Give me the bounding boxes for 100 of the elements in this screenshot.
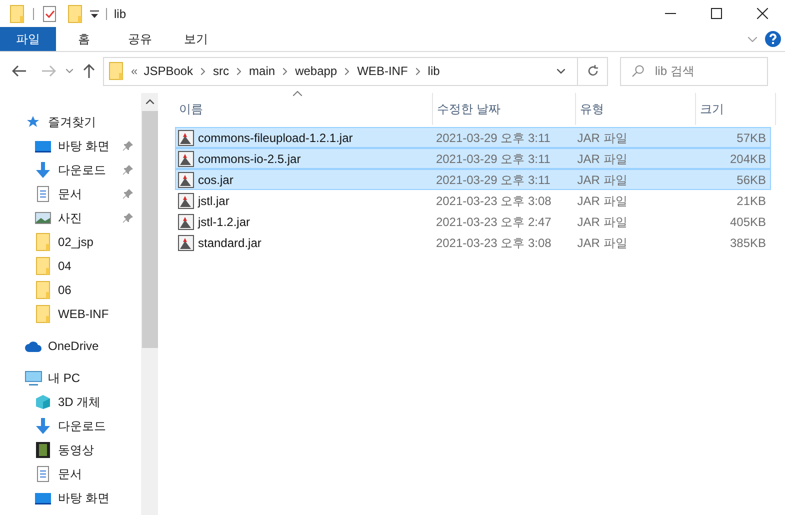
breadcrumb-item[interactable]: JSPBook: [144, 62, 194, 80]
refresh-icon: [586, 65, 598, 77]
jar-file-icon: [178, 172, 194, 188]
folder-icon: [10, 4, 24, 22]
file-size: 385KB: [728, 234, 767, 252]
chevron-right-icon: [201, 68, 206, 74]
chevron-down-icon[interactable]: [557, 68, 565, 74]
file-row[interactable]: jstl.jar 2021-03-23 오후 3:08 JAR 파일 21KB: [175, 190, 771, 211]
computer-icon: [24, 370, 42, 386]
column-header[interactable]: 이름: [175, 93, 433, 125]
star-icon: [26, 115, 40, 129]
file-size: 204KB: [728, 150, 767, 168]
file-row[interactable]: commons-io-2.5.jar 2021-03-29 오후 3:11 JAR 파일 204KB: [175, 148, 771, 169]
ribbon-tab[interactable]: 파일: [0, 27, 56, 51]
file-type: JAR 파일: [576, 172, 628, 188]
new-folder-icon: [68, 4, 82, 22]
jar-file-icon: [178, 150, 194, 166]
file-name: standard.jar: [198, 234, 262, 252]
ribbon-tab[interactable]: 홈: [56, 27, 112, 51]
jar-file-icon: [178, 130, 194, 146]
chevron-up-icon[interactable]: [146, 99, 154, 104]
breadcrumb-item[interactable]: src: [213, 62, 230, 80]
monitor-icon: [35, 140, 51, 152]
file-type: JAR 파일: [576, 150, 628, 168]
file-type: JAR 파일: [576, 214, 628, 230]
folder-icon: [109, 62, 123, 80]
folder-icon: [36, 305, 50, 323]
file-name: commons-io-2.5.jar: [198, 150, 301, 168]
file-name: jstl.jar: [198, 192, 230, 210]
jar-file-icon: [178, 192, 194, 208]
folder-icon: [36, 281, 50, 299]
modified-date: 2021-03-23 오후 3:08: [434, 192, 552, 210]
overflow-chevron[interactable]: «: [131, 62, 138, 80]
file-size: 21KB: [736, 192, 767, 210]
nav-item[interactable]: 문서: [0, 182, 141, 206]
nav-item[interactable]: WEB-INF: [0, 302, 141, 326]
up-arrow-icon[interactable]: [83, 64, 95, 78]
column-header[interactable]: 크기: [696, 93, 776, 125]
scrollbar[interactable]: [141, 93, 158, 515]
breadcrumb-item[interactable]: WEB-INF: [357, 62, 408, 80]
file-row[interactable]: standard.jar 2021-03-23 오후 3:08 JAR 파일 385KB: [175, 232, 771, 253]
nav-item[interactable]: 바탕 화면: [0, 486, 141, 510]
breadcrumb-item[interactable]: lib: [428, 62, 440, 80]
nav-item[interactable]: 06: [0, 278, 141, 302]
chevron-right-icon: [237, 68, 242, 74]
nav-item[interactable]: 다운로드: [0, 158, 141, 182]
landscape-icon: [35, 212, 51, 224]
scrollbar-thumb[interactable]: [142, 111, 158, 348]
file-size: 405KB: [728, 214, 767, 230]
breadcrumb-item[interactable]: webapp: [295, 62, 338, 80]
checklist-icon[interactable]: [43, 6, 56, 22]
file-row[interactable]: commons-fileupload-1.2.1.jar 2021-03-29 오후 3:11 JAR 파일 57KB: [175, 127, 771, 148]
help-icon[interactable]: [765, 31, 781, 47]
file-name: cos.jar: [198, 172, 234, 188]
film-icon: [36, 442, 50, 458]
search-field[interactable]: lib 검색: [620, 56, 768, 86]
jar-file-icon: [178, 234, 194, 250]
chevron-right-icon: [416, 68, 420, 74]
address-bar[interactable]: « JSPBook src main webapp WEB-INF lib: [103, 56, 608, 86]
file-row[interactable]: jstl-1.2.jar 2021-03-23 오후 2:47 JAR 파일 405KB: [175, 211, 771, 232]
column-header[interactable]: 수정한 날짜: [433, 93, 576, 125]
nav-item[interactable]: 02_jsp: [0, 230, 141, 254]
sort-ascending-icon: [293, 91, 302, 96]
nav-item[interactable]: OneDrive: [0, 334, 141, 358]
chevron-down-icon[interactable]: [66, 69, 73, 73]
document-icon: [37, 186, 49, 202]
document-icon: [37, 466, 49, 482]
file-type: JAR 파일: [576, 234, 628, 252]
file-size: 57KB: [736, 130, 767, 146]
file-row[interactable]: cos.jar 2021-03-29 오후 3:11 JAR 파일 56KB: [175, 169, 771, 190]
chevron-right-icon: [345, 68, 350, 74]
jar-file-icon: [178, 214, 194, 230]
nav-item[interactable]: 즐겨찾기: [0, 110, 141, 134]
search-icon: [632, 64, 644, 76]
modified-date: 2021-03-29 오후 3:11: [434, 150, 552, 168]
file-type: JAR 파일: [576, 130, 628, 146]
minimize-icon: [664, 13, 676, 14]
modified-date: 2021-03-23 오후 3:08: [434, 234, 552, 252]
ribbon-tab[interactable]: 보기: [168, 27, 224, 51]
nav-item[interactable]: 동영상: [0, 438, 141, 462]
modified-date: 2021-03-29 오후 3:11: [434, 130, 552, 146]
nav-item[interactable]: 다운로드: [0, 414, 141, 438]
folder-icon: [36, 257, 50, 275]
nav-item[interactable]: 04: [0, 254, 141, 278]
ribbon-tab[interactable]: 공유: [112, 27, 168, 51]
chevron-right-icon: [283, 68, 288, 74]
monitor-icon: [35, 492, 51, 504]
nav-item[interactable]: 문서: [0, 462, 141, 486]
window-title: lib: [114, 6, 126, 22]
nav-item[interactable]: 3D 개체: [0, 390, 141, 414]
column-header[interactable]: 유형: [576, 93, 696, 125]
back-arrow-icon[interactable]: [12, 65, 26, 77]
dropdown-icon[interactable]: [90, 10, 99, 18]
nav-item[interactable]: 사진: [0, 206, 141, 230]
breadcrumb-item[interactable]: main: [249, 62, 276, 80]
cloud-icon: [24, 340, 42, 352]
nav-item[interactable]: 바탕 화면: [0, 134, 141, 158]
down-arrow-icon: [35, 162, 51, 178]
nav-item[interactable]: 내 PC: [0, 366, 141, 390]
modified-date: 2021-03-29 오후 3:11: [434, 172, 552, 188]
